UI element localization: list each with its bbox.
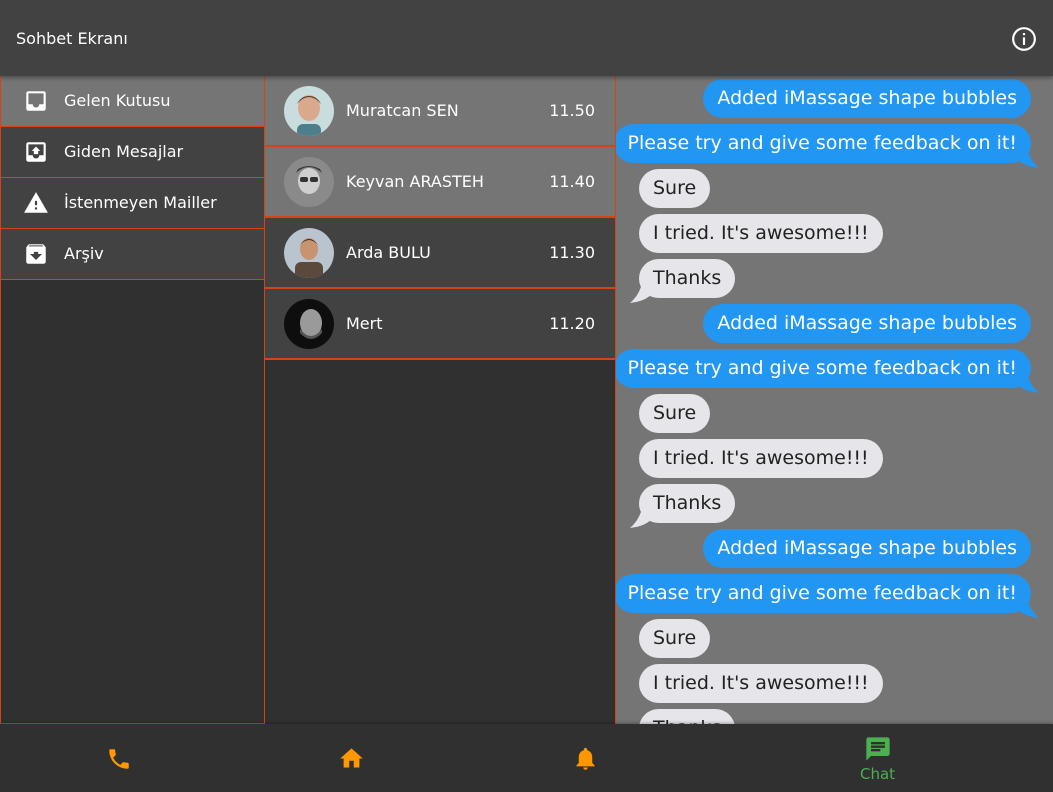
avatar [284, 157, 334, 207]
message-bubble: Sure [639, 394, 711, 433]
message-bubble: Sure [639, 619, 711, 658]
message-bubble: Sure [639, 169, 711, 208]
tab-phone[interactable] [0, 724, 236, 792]
contact-item[interactable]: Mert 11.20 [265, 289, 615, 360]
warning-icon [24, 192, 48, 213]
message-bubble: Thanks [639, 259, 736, 298]
received-message: Thanks [616, 709, 1053, 724]
message-bubble: I tried. It's awesome!!! [639, 664, 883, 703]
sidebar-item-label: Giden Mesajlar [64, 142, 184, 161]
sidebar-item-inbox[interactable]: Gelen Kutusu [1, 76, 264, 127]
sidebar-item-archive[interactable]: Arşiv [1, 229, 264, 280]
sent-message: Please try and give some feedback on it! [616, 574, 1053, 619]
received-message: Sure [616, 169, 1053, 214]
chat-panel[interactable]: Added iMassage shape bubbles Please try a… [616, 76, 1053, 724]
sent-message: Please try and give some feedback on it! [616, 124, 1053, 169]
message-bubble: Please try and give some feedback on it! [616, 124, 1031, 163]
received-message: I tried. It's awesome!!! [616, 214, 1053, 259]
sidebar-item-label: Gelen Kutusu [64, 91, 171, 110]
contact-list: Muratcan SEN 11.50 Keyvan ARASTEH 11.40 … [265, 76, 616, 724]
contact-time: 11.40 [549, 172, 595, 191]
received-message: Thanks [616, 259, 1053, 304]
message-bubble: Thanks [639, 709, 736, 724]
contact-name: Mert [346, 314, 383, 333]
avatar [284, 228, 334, 278]
sidebar-item-sent[interactable]: Giden Mesajlar [1, 127, 264, 178]
page-title: Sohbet Ekranı [16, 29, 128, 48]
contact-item[interactable]: Arda BULU 11.30 [265, 218, 615, 289]
message-bubble: Added iMassage shape bubbles [703, 79, 1031, 118]
sidebar-item-label: Arşiv [64, 244, 104, 263]
received-message: I tried. It's awesome!!! [616, 439, 1053, 484]
bottom-navigation: Chat [0, 724, 1053, 792]
bell-icon [576, 747, 595, 770]
contact-time: 11.50 [549, 101, 595, 120]
message-bubble: Please try and give some feedback on it! [616, 349, 1031, 388]
avatar [284, 86, 334, 136]
message-list: Added iMassage shape bubbles Please try a… [616, 76, 1053, 724]
contact-name: Arda BULU [346, 243, 431, 262]
app-bar: Sohbet Ekranı [0, 0, 1053, 76]
message-bubble: I tried. It's awesome!!! [639, 439, 883, 478]
tab-home[interactable] [236, 724, 470, 792]
received-message: Sure [616, 619, 1053, 664]
inbox-icon [26, 91, 46, 111]
received-message: Sure [616, 394, 1053, 439]
message-bubble: Added iMassage shape bubbles [703, 304, 1031, 343]
message-bubble: Added iMassage shape bubbles [703, 529, 1031, 568]
contact-name: Keyvan ARASTEH [346, 172, 484, 191]
contact-item[interactable]: Keyvan ARASTEH 11.40 [265, 147, 615, 218]
received-message: I tried. It's awesome!!! [616, 664, 1053, 709]
message-bubble: Thanks [639, 484, 736, 523]
tab-label: Chat [860, 765, 896, 783]
info-icon[interactable] [1011, 26, 1037, 52]
outbox-icon [26, 142, 46, 162]
tab-chat[interactable]: Chat [704, 724, 1053, 792]
sent-message: Added iMassage shape bubbles [616, 79, 1053, 124]
contact-time: 11.20 [549, 314, 595, 333]
sent-message: Please try and give some feedback on it! [616, 349, 1053, 394]
message-bubble: Please try and give some feedback on it! [616, 574, 1031, 613]
received-message: Thanks [616, 484, 1053, 529]
contact-name: Muratcan SEN [346, 101, 459, 120]
chat-icon [866, 737, 890, 761]
sidebar-item-label: İstenmeyen Mailler [64, 193, 217, 212]
contact-item[interactable]: Muratcan SEN 11.50 [265, 76, 615, 147]
tab-notifications[interactable] [470, 724, 704, 792]
sent-message: Added iMassage shape bubbles [616, 304, 1053, 349]
message-bubble: I tried. It's awesome!!! [639, 214, 883, 253]
folder-sidebar: Gelen Kutusu Giden Mesajlar İstenmeyen M… [0, 76, 265, 724]
contact-time: 11.30 [549, 243, 595, 262]
home-icon [340, 748, 363, 768]
avatar [284, 299, 334, 349]
sidebar-item-spam[interactable]: İstenmeyen Mailler [1, 178, 264, 229]
sent-message: Added iMassage shape bubbles [616, 529, 1053, 574]
phone-icon [109, 749, 129, 769]
archive-icon [26, 244, 46, 264]
